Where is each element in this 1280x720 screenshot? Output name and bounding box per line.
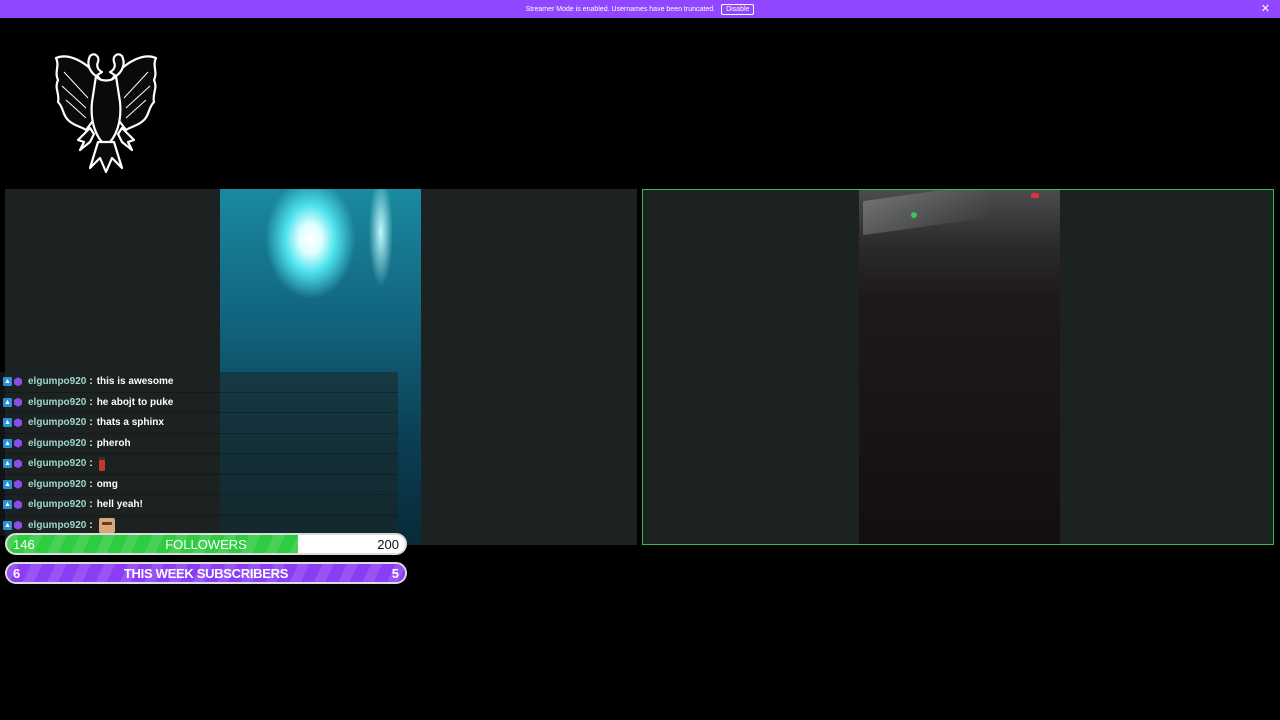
chat-username: elgumpo920 [28, 519, 87, 531]
monitor-in-feed [863, 190, 993, 236]
chat-separator: : [89, 417, 93, 429]
followers-target: 200 [377, 536, 399, 552]
double-headed-eagle-icon [50, 42, 162, 174]
chat-text: this is awesome [96, 376, 174, 388]
right-camera-feed [859, 190, 1060, 544]
chat-username: elgumpo920 [28, 396, 87, 408]
gem-badge-icon [14, 459, 22, 469]
chat-separator: : [89, 396, 93, 408]
chat-username: elgumpo920 [28, 499, 87, 511]
prime-badge-icon: ▲ [3, 438, 12, 448]
gem-badge-icon [14, 520, 22, 530]
gem-badge-icon [14, 479, 22, 489]
chat-message: ▲ elgumpo920 : [0, 454, 398, 475]
right-video-panel [642, 189, 1274, 545]
chat-message: ▲ elgumpo920 : omg [0, 474, 398, 495]
chat-username: elgumpo920 [28, 376, 87, 388]
chat-separator: : [89, 499, 93, 511]
close-icon[interactable]: ✕ [1261, 3, 1270, 15]
chat-separator: : [89, 519, 93, 531]
banner-text: Streamer Mode is enabled. Usernames have… [525, 5, 716, 13]
red-light-in-feed [1031, 193, 1039, 198]
chat-text: he abojt to puke [96, 396, 174, 408]
chat-username: elgumpo920 [28, 478, 87, 490]
chat-message: ▲ elgumpo920 : hell yeah! [0, 495, 398, 516]
gem-badge-icon [14, 397, 22, 407]
chat-separator: : [89, 376, 93, 388]
prime-badge-icon: ▲ [3, 520, 12, 530]
chat-separator: : [89, 478, 93, 490]
prime-badge-icon: ▲ [3, 479, 12, 489]
chat-username: elgumpo920 [28, 437, 87, 449]
chat-message: ▲ elgumpo920 : this is awesome [0, 372, 398, 393]
chat-username: elgumpo920 [28, 458, 87, 470]
gem-badge-icon [14, 418, 22, 428]
chat-overlay: ▲ elgumpo920 : this is awesome ▲ elgumpo… [0, 372, 398, 536]
gem-badge-icon [14, 438, 22, 448]
chat-separator: : [89, 458, 93, 470]
prime-badge-icon: ▲ [3, 459, 12, 469]
green-light-in-feed [911, 212, 917, 218]
chat-message: ▲ elgumpo920 : pheroh [0, 433, 398, 454]
chat-message: ▲ elgumpo920 : he abojt to puke [0, 392, 398, 413]
followers-label: FOLLOWERS [165, 536, 247, 552]
chat-text: omg [96, 478, 118, 490]
chat-separator: : [89, 437, 93, 449]
gem-badge-icon [14, 377, 22, 387]
bottle-emote-icon [98, 456, 105, 471]
prime-badge-icon: ▲ [3, 377, 12, 387]
chat-text: hell yeah! [96, 499, 143, 511]
subscribers-target: 5 [391, 565, 399, 581]
chat-message: ▲ elgumpo920 : thats a sphinx [0, 413, 398, 434]
followers-goal-bar: 146 FOLLOWERS 200 [5, 533, 407, 555]
subscribers-goal-bar: 6 THIS WEEK SUBSCRIBERS 5 [5, 562, 407, 584]
chat-username: elgumpo920 [28, 417, 87, 429]
face-emote-icon [98, 517, 115, 533]
prime-badge-icon: ▲ [3, 397, 12, 407]
gem-badge-icon [14, 500, 22, 510]
subscribers-label: THIS WEEK SUBSCRIBERS [123, 565, 289, 581]
chat-text: pheroh [96, 437, 131, 449]
disable-button[interactable]: Disable [721, 3, 755, 15]
streamer-mode-banner: Streamer Mode is enabled. Usernames have… [0, 0, 1280, 18]
chat-text: thats a sphinx [96, 417, 164, 429]
prime-badge-icon: ▲ [3, 418, 12, 428]
prime-badge-icon: ▲ [3, 500, 12, 510]
